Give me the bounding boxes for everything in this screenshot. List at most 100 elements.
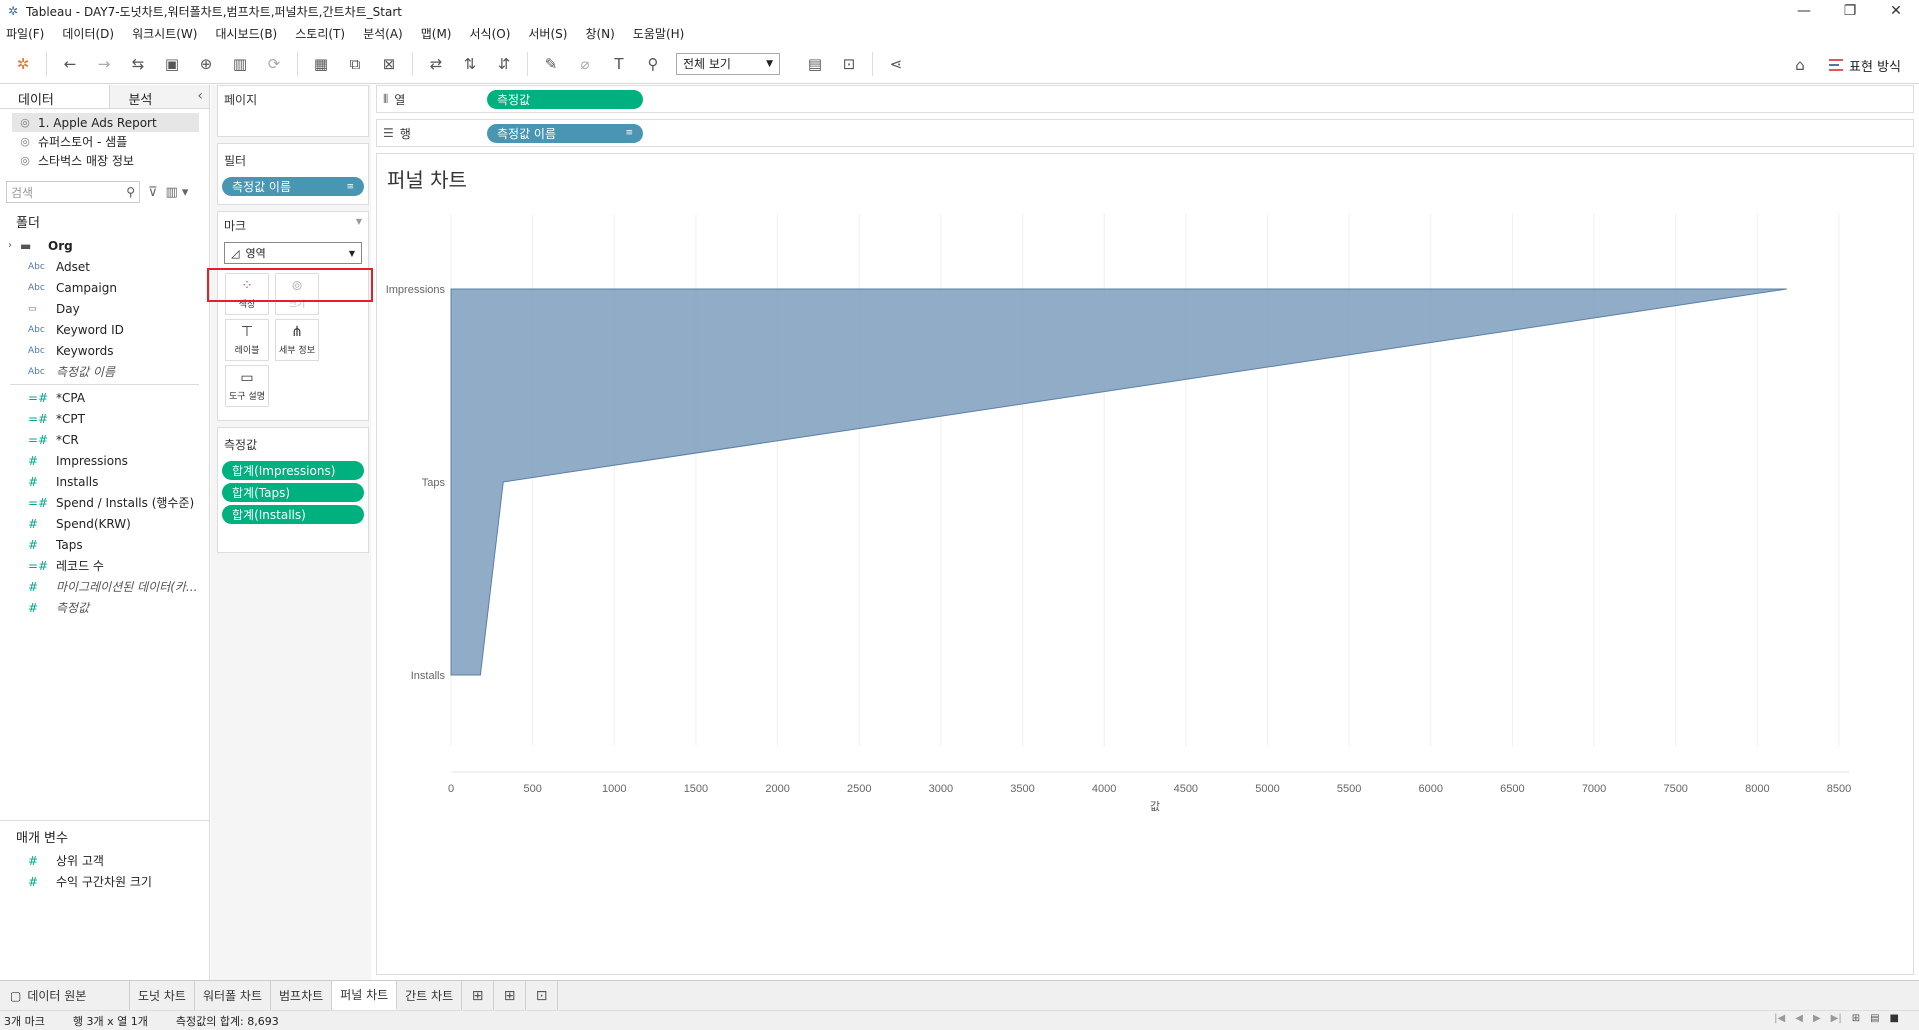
field-item[interactable]: # 수익 구간차원 크기 — [0, 871, 209, 892]
folder-org[interactable]: › ▬ Org — [0, 235, 209, 256]
sheet-tab[interactable]: 간트 차트 — [397, 981, 463, 1010]
sheet-tab[interactable]: 퍼널 차트 — [332, 981, 398, 1010]
tableau-home-icon[interactable]: ✲ — [12, 51, 34, 77]
pause-updates-icon[interactable]: ▥ — [229, 51, 251, 77]
menu-item-5[interactable]: 분석(A) — [363, 25, 403, 42]
new-worksheet-icon[interactable]: ▦ — [310, 51, 332, 77]
redo-icon[interactable]: → — [93, 51, 115, 77]
show-me-button[interactable]: 표현 방식 — [1829, 56, 1901, 75]
filmstrip-icon[interactable]: ▤ — [1870, 1013, 1879, 1024]
tab-data[interactable]: 데이터 — [0, 85, 109, 108]
chevron-down-icon: ▼ — [766, 58, 773, 69]
replay-icon[interactable]: ⇆ — [127, 51, 149, 77]
sort-ascending-icon[interactable]: ⇅ — [459, 51, 481, 77]
menu-item-7[interactable]: 서식(O) — [470, 25, 511, 42]
field-item[interactable]: # Spend(KRW) — [0, 513, 209, 534]
new-datasource-icon[interactable]: ⊕ — [195, 51, 217, 77]
swap-rows-columns-icon[interactable]: ⇄ — [425, 51, 447, 77]
field-item[interactable]: # Impressions — [0, 450, 209, 471]
menu-item-2[interactable]: 워크시트(W) — [132, 25, 197, 42]
prev-sheet-icon[interactable]: ◀ — [1795, 1013, 1803, 1024]
columns-shelf[interactable]: ⦀ 열 측정값 — [376, 85, 1914, 113]
field-item[interactable]: =# *CPA — [0, 387, 209, 408]
next-sheet-icon[interactable]: ▶ — [1813, 1013, 1821, 1024]
tab-analytics[interactable]: 분석 — [109, 85, 209, 108]
search-input[interactable]: 검색 ⚲ — [6, 181, 140, 203]
measure-value-pill[interactable]: 합계(Taps) — [222, 483, 364, 502]
field-item[interactable]: =# *CPT — [0, 408, 209, 429]
field-item[interactable]: Abc Keyword ID — [0, 319, 209, 340]
collapse-pane-icon[interactable]: ‹ — [197, 88, 203, 104]
columns-pill-measure-values[interactable]: 측정값 — [487, 89, 643, 109]
viz-canvas[interactable]: 퍼널 차트 Impressions Taps Installs 0 500 1000 150… — [376, 153, 1914, 975]
field-item[interactable]: Abc Adset — [0, 256, 209, 277]
sheet-tab[interactable]: 워터폴 차트 — [195, 981, 271, 1010]
field-item[interactable]: # Taps — [0, 534, 209, 555]
filters-card[interactable]: 필터 측정값 이름 ≡ — [217, 143, 369, 205]
sheet-tab[interactable]: 도넛 차트 — [130, 981, 195, 1010]
tooltip-button[interactable]: ▭ 도구 설명 — [225, 365, 269, 407]
datasource-item[interactable]: ◎ 슈퍼스토어 - 샘플 — [12, 132, 199, 151]
group-icon[interactable]: ⌀ — [574, 51, 596, 77]
share-icon[interactable]: ⋖ — [885, 51, 907, 77]
restore-icon[interactable]: ❐ — [1827, 0, 1873, 22]
undo-icon[interactable]: ← — [59, 51, 81, 77]
view-fit-select[interactable]: 전체 보기 ▼ — [676, 52, 780, 75]
field-item[interactable]: =# 레코드 수 — [0, 555, 209, 576]
field-item[interactable]: Abc Keywords — [0, 340, 209, 361]
first-sheet-icon[interactable]: |◀ — [1774, 1013, 1785, 1024]
sort-descending-icon[interactable]: ⇵ — [493, 51, 515, 77]
chevron-down-icon[interactable]: ▼ — [356, 217, 362, 234]
field-item[interactable]: Abc 측정값 이름 — [0, 361, 209, 382]
highlight-icon[interactable]: ✎ — [540, 51, 562, 77]
presentation-mode-icon[interactable]: ⊡ — [838, 51, 860, 77]
view-options-icon[interactable]: ▥ ▾ — [166, 185, 189, 200]
sheet-tab[interactable]: 범프차트 — [271, 981, 333, 1010]
field-item[interactable]: =# *CR — [0, 429, 209, 450]
new-story-tab-icon[interactable]: ⊡ — [526, 981, 559, 1010]
close-icon[interactable]: ✕ — [1873, 0, 1919, 22]
pages-card[interactable]: 페이지 — [217, 85, 369, 137]
new-dashboard-tab-icon[interactable]: ⊞ — [494, 981, 527, 1010]
show-cards-icon[interactable]: ▤ — [804, 51, 826, 77]
field-item[interactable]: =# Spend / Installs (행수준) — [0, 492, 209, 513]
field-item[interactable]: # Installs — [0, 471, 209, 492]
datasource-item[interactable]: ◎ 스타벅스 매장 정보 — [12, 151, 199, 170]
clear-sheet-icon[interactable]: ⊠ — [378, 51, 400, 77]
last-sheet-icon[interactable]: ▶| — [1831, 1013, 1842, 1024]
save-icon[interactable]: ▣ — [161, 51, 183, 77]
mark-type-select[interactable]: ◿ 영역 ▼ — [224, 242, 362, 264]
filter-icon[interactable]: ⊽ — [148, 185, 158, 200]
refresh-icon[interactable]: ⟳ — [263, 51, 285, 77]
pin-icon[interactable]: ⚲ — [642, 51, 664, 77]
measure-value-pill[interactable]: 합계(Installs) — [222, 505, 364, 524]
datasource-item[interactable]: ◎ 1. Apple Ads Report — [12, 113, 199, 132]
menu-item-10[interactable]: 도움말(H) — [633, 25, 685, 42]
field-item[interactable]: ▭ Day — [0, 298, 209, 319]
menu-item-9[interactable]: 창(N) — [585, 25, 614, 42]
measure-value-pill[interactable]: 합계(Impressions) — [222, 461, 364, 480]
new-worksheet-tab-icon[interactable]: ⊞ — [462, 981, 495, 1010]
format-paint-icon[interactable]: ⌂ — [1789, 52, 1811, 78]
menu-item-3[interactable]: 대시보드(B) — [215, 25, 277, 42]
field-item[interactable]: # 측정값 — [0, 597, 209, 618]
rows-shelf[interactable]: ☰ 행 측정값 이름 ≡ — [376, 119, 1914, 147]
field-item[interactable]: # 마이그레이션된 데이터(카... — [0, 576, 209, 597]
label-button[interactable]: ⊤ 레이블 — [225, 319, 269, 361]
sheet-sorter-icon[interactable]: ⊞ — [1852, 1013, 1860, 1024]
filter-pill-measure-names[interactable]: 측정값 이름 ≡ — [222, 177, 364, 196]
tab-datasource[interactable]: ▢ 데이터 원본 — [0, 981, 130, 1010]
menu-item-4[interactable]: 스토리(T) — [295, 25, 345, 42]
duplicate-sheet-icon[interactable]: ⧉ — [344, 51, 366, 77]
menu-item-6[interactable]: 맵(M) — [421, 25, 452, 42]
rows-pill-measure-names[interactable]: 측정값 이름 ≡ — [487, 123, 643, 143]
tabs-view-icon[interactable]: ■ — [1890, 1013, 1899, 1024]
menu-item-8[interactable]: 서버(S) — [528, 25, 567, 42]
detail-button[interactable]: ⋔ 세부 정보 — [275, 319, 319, 361]
field-item[interactable]: Abc Campaign — [0, 277, 209, 298]
label-icon[interactable]: T — [608, 51, 630, 77]
minimize-icon[interactable]: — — [1781, 0, 1827, 22]
field-item[interactable]: # 상위 고객 — [0, 850, 209, 871]
menu-item-1[interactable]: 데이터(D) — [62, 25, 114, 42]
menu-item-0[interactable]: 파일(F) — [6, 25, 44, 42]
